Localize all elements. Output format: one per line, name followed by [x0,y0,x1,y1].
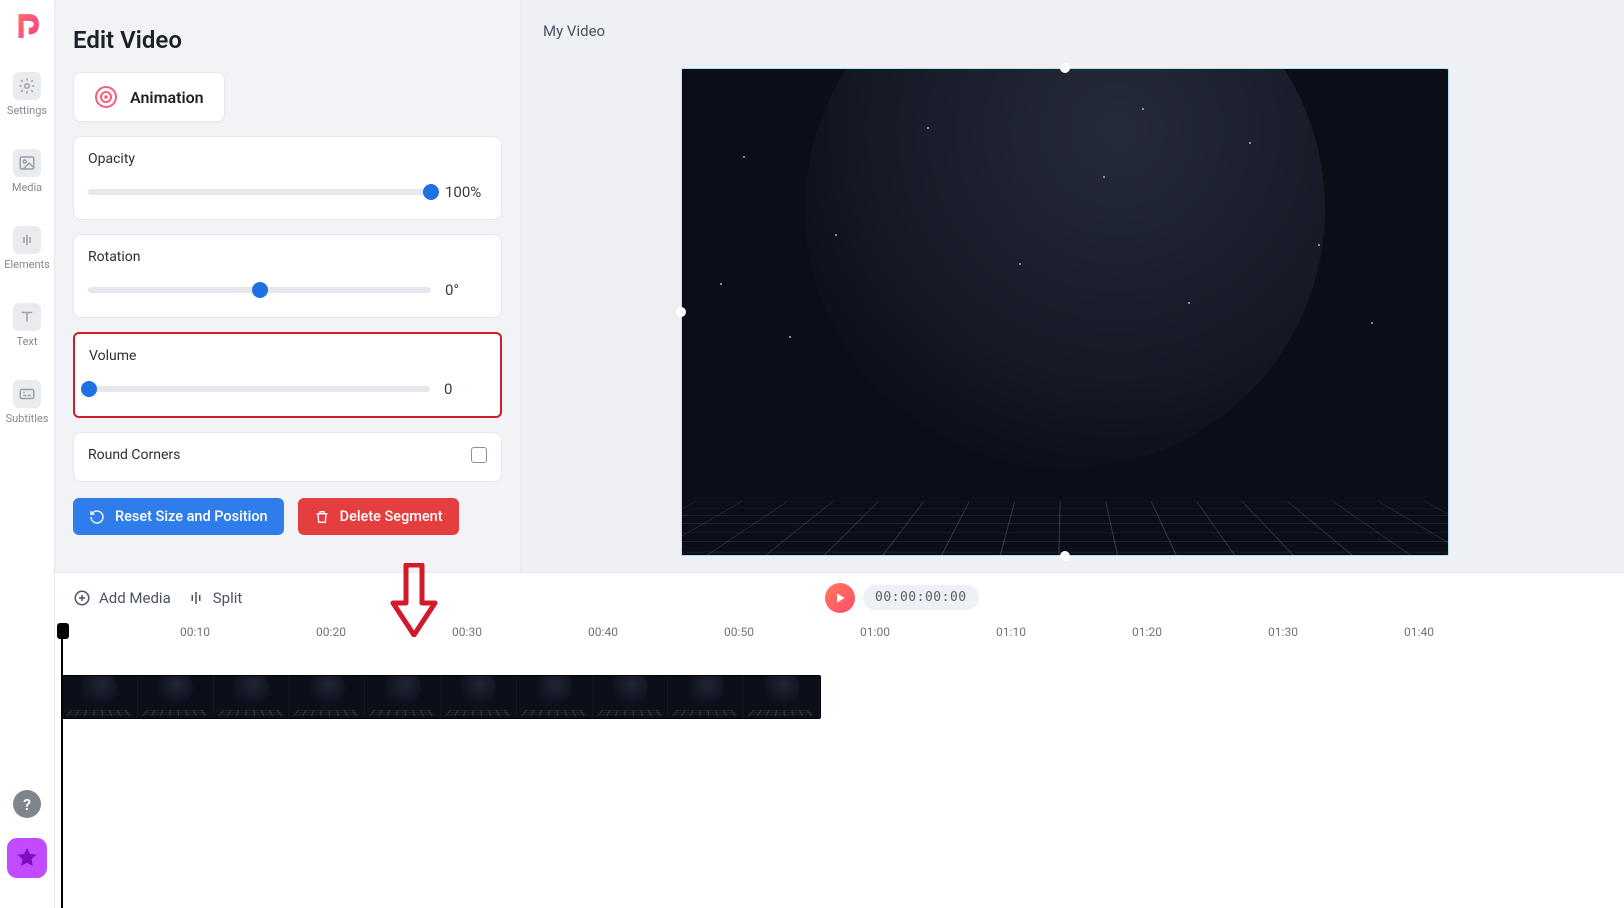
trash-icon [314,509,330,525]
nav-settings-label: Settings [7,104,47,117]
split-label: Split [213,589,243,607]
time-ruler[interactable]: 00:10 00:20 00:30 00:40 00:50 01:00 01:1… [55,625,1624,647]
star-icon [15,846,39,870]
image-icon [13,149,41,177]
preview-area: My Video [521,0,1624,572]
opacity-label: Opacity [88,151,487,167]
nav-media[interactable]: Media [0,149,55,194]
text-icon [13,303,41,331]
nav-subtitles[interactable]: Subtitles [0,380,55,425]
help-button[interactable]: ? [13,790,41,818]
nav-rail: Settings Media Elements Text [0,0,55,908]
play-icon [833,591,847,605]
timeline-track[interactable] [61,675,1624,721]
tick: 01:40 [1404,625,1434,639]
nav-elements-label: Elements [4,258,50,271]
edit-panel: Edit Video Animation Opacity 100% Rotati… [55,0,521,572]
opacity-slider[interactable] [88,189,431,195]
reset-size-position-button[interactable]: Reset Size and Position [73,498,284,535]
volume-slider[interactable] [89,386,430,392]
refresh-icon [89,509,105,525]
opacity-value: 100% [445,183,487,201]
plus-circle-icon [73,589,91,607]
play-button[interactable] [825,583,855,613]
tick: 01:10 [996,625,1026,639]
rotation-value: 0° [445,281,487,299]
animation-button[interactable]: Animation [73,72,225,122]
app-logo[interactable] [9,8,45,44]
resize-handle-left[interactable] [676,307,686,317]
add-media-button[interactable]: Add Media [65,583,179,613]
volume-card: Volume 0 [73,332,502,418]
playhead[interactable] [61,625,63,908]
delete-segment-button[interactable]: Delete Segment [298,498,459,535]
tick: 00:40 [588,625,618,639]
timeline-area: Add Media Split 00:00:00:00 00:10 00:20 … [55,572,1624,908]
rotation-slider[interactable] [88,287,431,293]
tick: 01:00 [860,625,890,639]
animation-label: Animation [130,88,204,107]
resize-handle-bottom[interactable] [1060,551,1070,561]
tick: 00:20 [316,625,346,639]
rotation-card: Rotation 0° [73,234,502,318]
target-icon [94,85,118,109]
delete-label: Delete Segment [340,508,443,525]
rotation-label: Rotation [88,249,487,265]
project-title[interactable]: My Video [543,22,605,40]
upgrade-button[interactable] [7,838,47,878]
preview-grid [681,501,1449,556]
nav-text[interactable]: Text [0,303,55,348]
reset-label: Reset Size and Position [115,508,268,525]
nav-settings[interactable]: Settings [0,72,55,117]
preview-moon [805,68,1325,469]
round-corners-card: Round Corners [73,432,502,482]
split-button[interactable]: Split [179,583,251,613]
round-corners-label: Round Corners [88,447,180,463]
tick: 00:10 [180,625,210,639]
add-media-label: Add Media [99,589,171,607]
timecode: 00:00:00:00 [863,585,979,610]
video-clip[interactable] [61,675,821,719]
video-canvas[interactable] [681,68,1449,556]
volume-label: Volume [89,348,486,364]
opacity-card: Opacity 100% [73,136,502,220]
volume-value: 0 [444,380,486,398]
gear-icon [13,72,41,100]
waveform-icon [13,226,41,254]
tick: 01:30 [1268,625,1298,639]
split-icon [187,589,205,607]
panel-title: Edit Video [73,26,502,54]
subtitles-icon [13,380,41,408]
nav-elements[interactable]: Elements [0,226,55,271]
nav-subtitles-label: Subtitles [6,412,49,425]
tick: 00:30 [452,625,482,639]
tick: 00:50 [724,625,754,639]
nav-text-label: Text [17,335,38,348]
nav-media-label: Media [12,181,42,194]
round-corners-checkbox[interactable] [471,447,487,463]
tick: 01:20 [1132,625,1162,639]
logo-icon [10,9,44,43]
timeline-toolbar: Add Media Split 00:00:00:00 [55,573,1624,623]
resize-handle-top[interactable] [1060,63,1070,73]
